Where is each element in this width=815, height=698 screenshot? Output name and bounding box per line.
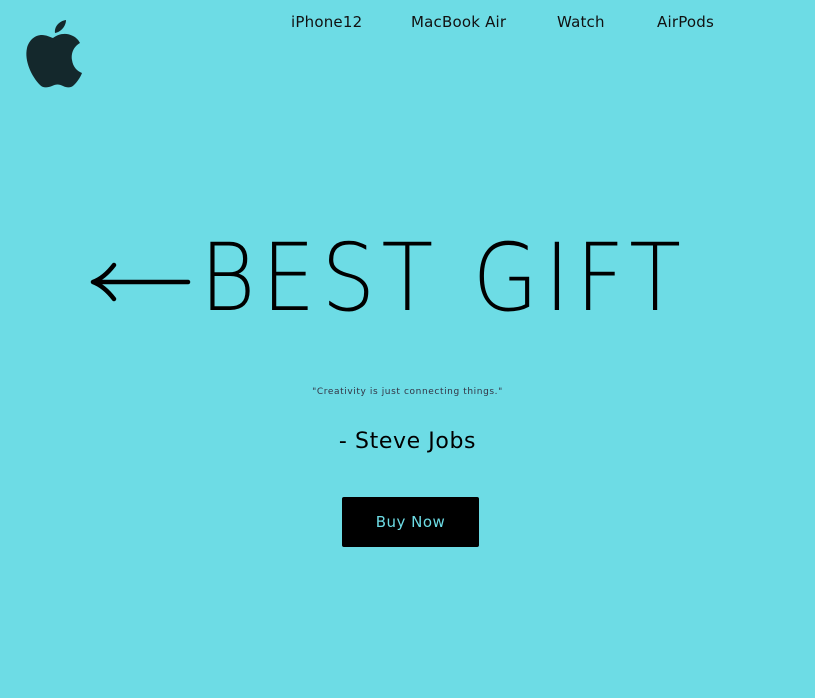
quote-text: "Creativity is just connecting things." bbox=[312, 387, 503, 397]
buy-now-button[interactable]: Buy Now bbox=[342, 497, 479, 547]
left-arrow-icon bbox=[90, 262, 191, 302]
nav-item-macbook-air[interactable]: MacBook Air bbox=[411, 13, 506, 31]
landing-page: iPhone12 MacBook Air Watch AirPods BEST … bbox=[0, 0, 815, 698]
quote-author: - Steve Jobs bbox=[338, 429, 477, 454]
nav-item-iphone12[interactable]: iPhone12 bbox=[291, 13, 362, 31]
nav-item-airpods[interactable]: AirPods bbox=[657, 13, 714, 31]
nav-item-watch[interactable]: Watch bbox=[557, 13, 605, 31]
apple-logo-icon[interactable] bbox=[22, 16, 84, 88]
hero-title: BEST GIFT bbox=[200, 224, 688, 333]
